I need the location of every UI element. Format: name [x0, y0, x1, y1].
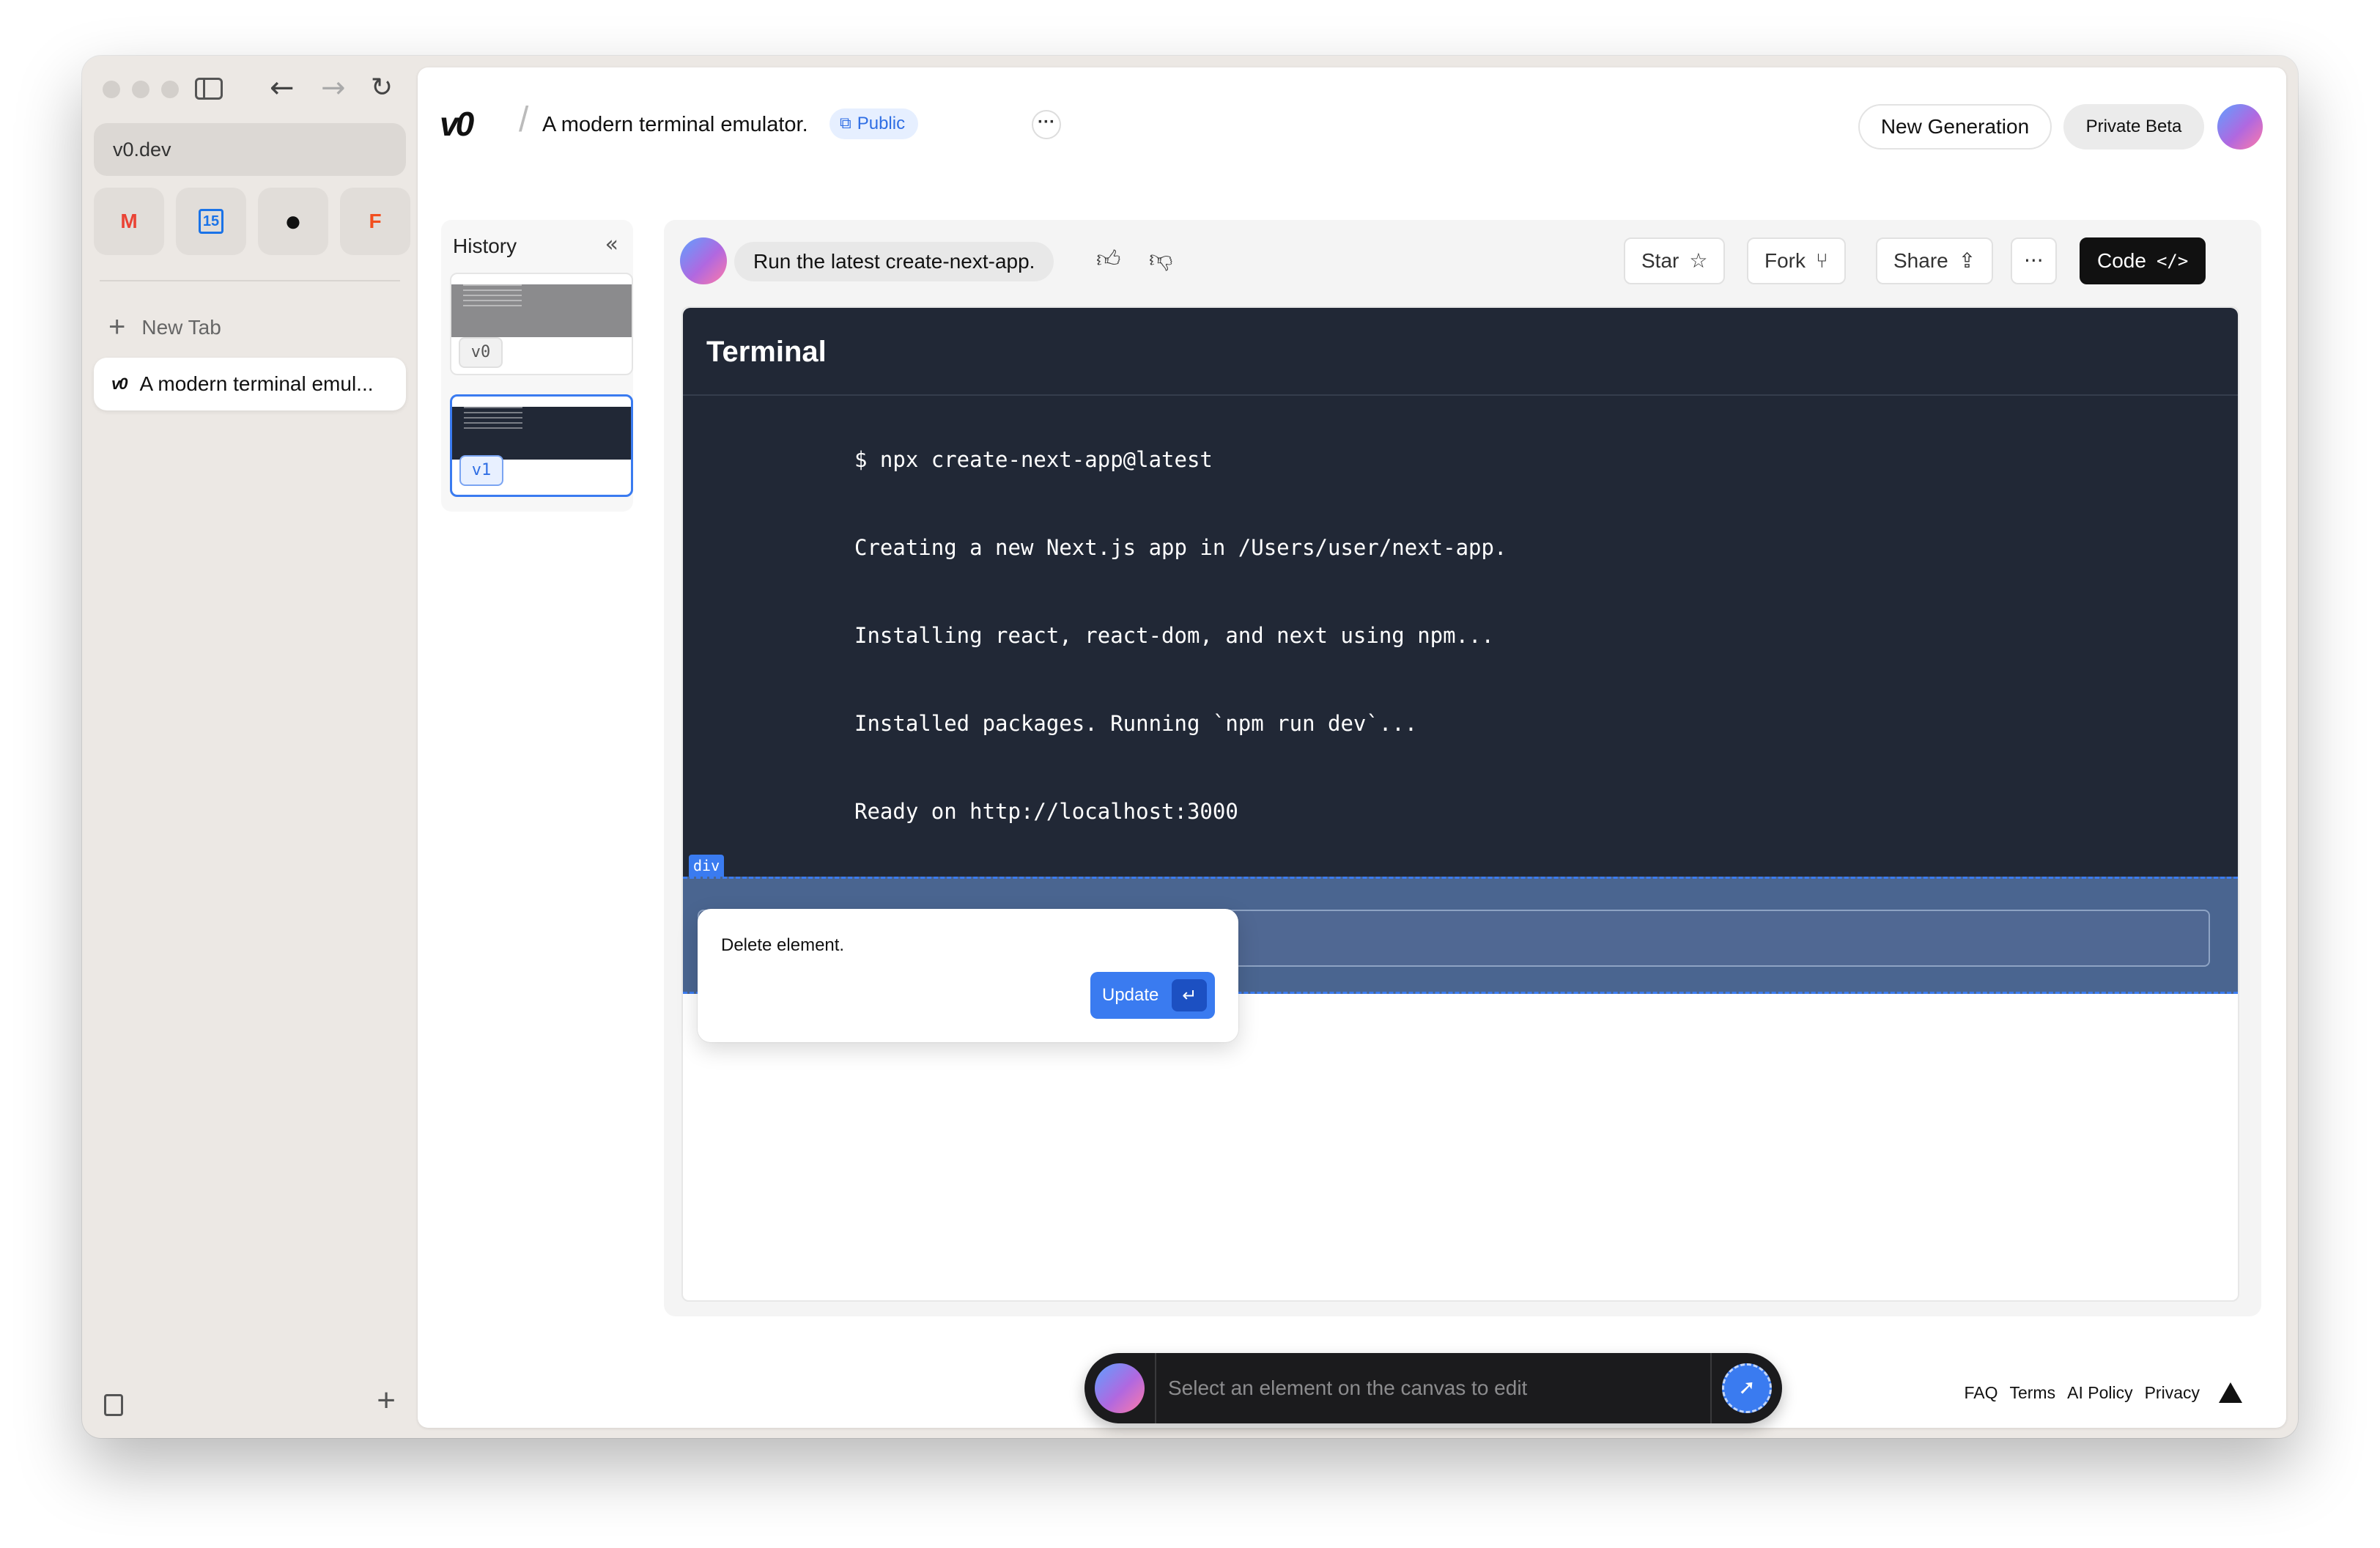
terminal-line: $ npx create-next-app@latest	[854, 447, 1213, 472]
v0-logo[interactable]: v0	[440, 104, 474, 144]
plus-icon: +	[108, 311, 126, 343]
new-generation-button[interactable]: New Generation	[1858, 104, 2052, 150]
terminal-panel[interactable]: Terminal $ npx create-next-app@latest Cr…	[683, 308, 2238, 878]
project-more-button[interactable]: ···	[1032, 110, 1061, 139]
user-avatar[interactable]	[2217, 104, 2263, 150]
terminal-line: Creating a new Next.js app in /Users/use…	[854, 535, 1507, 560]
close-window-button[interactable]	[103, 81, 120, 98]
terminal-line: Installed packages. Running `npm run dev…	[854, 711, 1418, 736]
browser-window: ← → ↻ v0.dev M 15 ● F + New Tab v0 A mod…	[82, 56, 2298, 1438]
edit-bar-avatar	[1095, 1363, 1145, 1413]
history-panel: History « v0 v1	[441, 220, 633, 512]
footer-link-terms[interactable]: Terms	[2009, 1383, 2055, 1403]
gmail-icon: M	[120, 210, 138, 232]
edit-input[interactable]: Select an element on the canvas to edit	[1168, 1353, 1527, 1423]
update-button[interactable]: Update ↵	[1090, 972, 1215, 1019]
terminal-line: Ready on http://localhost:3000	[854, 799, 1238, 824]
version-label: v0	[459, 337, 503, 368]
version-thumbnail	[451, 284, 632, 337]
element-tag-label: div	[689, 855, 725, 877]
footer-link-faq[interactable]: FAQ	[1964, 1383, 1998, 1403]
version-label: v1	[459, 455, 503, 486]
enter-key-icon: ↵	[1172, 979, 1208, 1011]
visibility-label: Public	[857, 114, 906, 133]
history-version-v0[interactable]: v0	[450, 273, 633, 375]
sidebar-divider	[100, 280, 400, 281]
favorites-row: M 15 ● F	[94, 188, 410, 255]
terminal-title: Terminal	[683, 308, 2238, 396]
upload-icon: ⇪	[1958, 248, 1976, 273]
edit-instruction[interactable]: Delete element.	[721, 935, 844, 956]
vercel-logo-icon[interactable]	[2219, 1382, 2242, 1403]
fork-button[interactable]: Fork ⑂	[1747, 237, 1846, 284]
edit-popover: Delete element. Update ↵	[698, 909, 1238, 1042]
private-beta-button[interactable]: Private Beta	[2063, 104, 2204, 150]
window-controls	[103, 81, 179, 98]
browser-sidebar: ← → ↻ v0.dev M 15 ● F + New Tab v0 A mod…	[82, 56, 418, 1438]
favorite-figma[interactable]: F	[340, 188, 410, 255]
thumbs-up-icon[interactable]: 👍︎	[1096, 245, 1120, 273]
star-label: Star	[1641, 249, 1679, 272]
edit-bar: Select an element on the canvas to edit …	[1084, 1353, 1782, 1423]
project-title[interactable]: A modern terminal emulator.	[542, 113, 808, 137]
new-tab-button[interactable]: + New Tab	[108, 311, 221, 344]
terminal-line: Installing react, react-dom, and next us…	[854, 623, 1494, 648]
star-icon: ☆	[1689, 248, 1708, 273]
prompt-avatar	[680, 237, 727, 284]
footer-links: FAQ Terms AI Policy Privacy	[1964, 1382, 2242, 1403]
code-icon: </>	[2156, 251, 2189, 271]
version-thumbnail	[452, 407, 631, 460]
fork-icon: ⑂	[1816, 248, 1828, 273]
share-label: Share	[1893, 249, 1948, 272]
sidebar-toggle-icon[interactable]	[195, 78, 223, 100]
favorite-calendar[interactable]: 15	[176, 188, 246, 255]
forward-arrow-icon[interactable]: →	[321, 72, 346, 104]
more-icon: ···	[2024, 248, 2044, 273]
back-arrow-icon[interactable]: ←	[270, 72, 295, 104]
favorite-github[interactable]: ●	[258, 188, 328, 255]
github-icon: ●	[284, 204, 303, 237]
history-title: History	[453, 235, 517, 257]
trash-icon[interactable]	[104, 1394, 123, 1416]
select-element-cursor-icon[interactable]: ➚	[1722, 1363, 1772, 1413]
share-button[interactable]: Share ⇪	[1876, 237, 1994, 284]
reload-icon[interactable]: ↻	[371, 72, 393, 104]
figma-icon: F	[369, 210, 382, 232]
fork-label: Fork	[1764, 249, 1806, 272]
footer-link-ai-policy[interactable]: AI Policy	[2067, 1383, 2132, 1403]
history-version-v1[interactable]: v1	[450, 394, 633, 497]
share-icon: ⧉	[840, 114, 851, 133]
active-tab-title: A modern terminal emul...	[139, 372, 374, 395]
minimize-window-button[interactable]	[132, 81, 149, 98]
more-actions-button[interactable]: ···	[2011, 237, 2057, 284]
v0-tab-icon: v0	[111, 375, 128, 393]
star-button[interactable]: Star ☆	[1624, 237, 1726, 284]
visibility-badge[interactable]: ⧉ Public	[829, 108, 919, 139]
thumbs-down-icon[interactable]: 👎︎	[1149, 245, 1172, 273]
update-label: Update	[1102, 985, 1159, 1005]
prompt-bubble: Run the latest create-next-app.	[734, 242, 1054, 281]
add-icon[interactable]: +	[377, 1382, 396, 1419]
active-tab[interactable]: v0 A modern terminal emul...	[94, 358, 406, 410]
canvas-area: Run the latest create-next-app. 👍︎ 👎︎ St…	[664, 220, 2261, 1316]
calendar-icon: 15	[199, 209, 223, 234]
edit-bar-separator	[1155, 1353, 1156, 1423]
collapse-icon[interactable]: «	[605, 232, 618, 257]
top-bar: v0 / A modern terminal emulator. ⧉ Publi…	[418, 67, 2286, 163]
new-tab-label: New Tab	[141, 315, 221, 339]
main-page: v0 / A modern terminal emulator. ⧉ Publi…	[418, 67, 2286, 1428]
preview-frame: Terminal $ npx create-next-app@latest Cr…	[681, 306, 2239, 1302]
footer-link-privacy[interactable]: Privacy	[2145, 1383, 2200, 1403]
code-label: Code	[2097, 249, 2146, 272]
maximize-window-button[interactable]	[161, 81, 179, 98]
url-bar[interactable]: v0.dev	[94, 123, 406, 176]
breadcrumb-separator: /	[519, 100, 529, 139]
edit-bar-separator	[1710, 1353, 1712, 1423]
favorite-gmail[interactable]: M	[94, 188, 164, 255]
code-button[interactable]: Code </>	[2080, 237, 2206, 284]
